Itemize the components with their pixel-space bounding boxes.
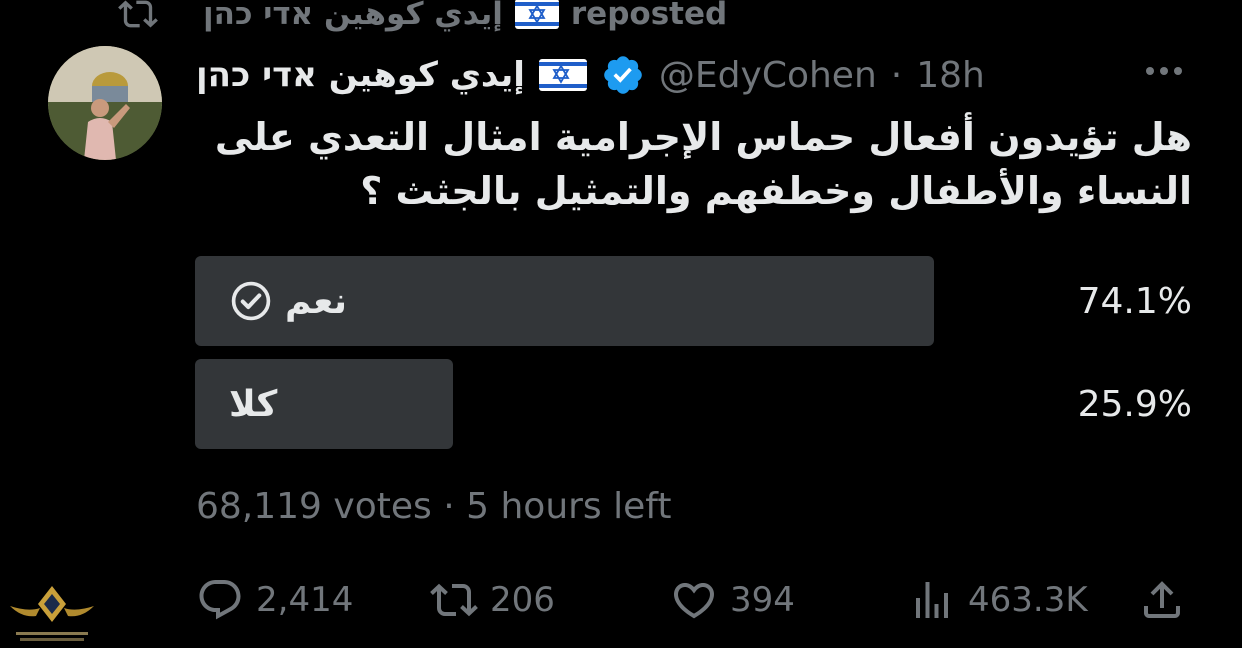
israel-flag-icon <box>514 0 559 29</box>
share-icon <box>1144 581 1180 618</box>
poll-option-yes[interactable]: نعم 74.1% <box>195 256 1192 346</box>
tweet-text: هل تؤيدون أفعال حماس الإجرامية امثال الت… <box>196 110 1192 218</box>
poll-time-left: 5 hours left <box>466 486 672 527</box>
reply-count: 2,414 <box>256 580 354 620</box>
repost-header[interactable]: إيدي كوهين אדי כהן reposted <box>115 0 727 34</box>
more-icon[interactable] <box>1142 56 1186 86</box>
poll-option-label: نعم <box>229 256 347 346</box>
share-button[interactable] <box>1138 575 1186 625</box>
israel-flag-icon <box>538 59 587 91</box>
poll-percentage: 25.9% <box>1077 383 1192 425</box>
author-handle[interactable]: @EdyCohen <box>659 55 877 96</box>
heart-icon <box>673 583 715 619</box>
poll-option-no[interactable]: كلا 25.9% <box>195 359 1192 449</box>
poll-meta: 68,119 votes · 5 hours left <box>196 486 671 527</box>
reply-icon <box>199 580 241 620</box>
poll-option-text: نعم <box>285 280 348 322</box>
avatar-photo <box>48 46 162 160</box>
check-circle-icon <box>231 281 271 321</box>
time-separator: · <box>890 54 903 96</box>
tweet-text-line: هل تؤيدون أفعال حماس الإجرامية امثال الت… <box>214 115 1192 159</box>
like-button[interactable]: 394 <box>670 575 795 625</box>
avatar[interactable] <box>48 46 162 160</box>
poll-option-text: كلا <box>229 383 278 425</box>
views-button[interactable]: 463.3K <box>908 575 1088 625</box>
poll-meta-separator: · <box>443 486 455 527</box>
repost-icon <box>118 0 158 28</box>
poll-votes: 68,119 votes <box>196 486 432 527</box>
repost-button[interactable]: 206 <box>430 575 555 625</box>
post-timestamp[interactable]: 18h <box>916 55 985 96</box>
action-bar: 2,414 206 394 463.3K <box>196 575 1192 625</box>
author-row: إيدي كوهين אדי כהן @EdyCohen · 18h <box>196 50 1196 100</box>
poll: نعم 74.1% كلا 25.9% <box>195 256 1192 462</box>
repost-icon <box>430 583 478 617</box>
poll-option-label: كلا <box>229 359 277 449</box>
reply-button[interactable]: 2,414 <box>196 575 353 625</box>
tweet-text-line: النساء والأطفال وخطفهم والتمثيل بالجثث ؟ <box>360 169 1192 213</box>
like-count: 394 <box>730 580 795 620</box>
poll-percentage: 74.1% <box>1077 280 1192 322</box>
tweet-view: إيدي كوهين אדי כהן reposted إيدي كوهين א… <box>0 0 1242 648</box>
author-display-name[interactable]: إيدي كوهين אדי כהן <box>196 55 525 95</box>
view-count: 463.3K <box>968 580 1088 620</box>
verified-badge-icon <box>604 56 642 94</box>
watermark-logo <box>10 586 94 641</box>
reposter-name[interactable]: إيدي كوهين אדי כהן <box>203 0 503 32</box>
repost-count: 206 <box>490 580 555 620</box>
repost-label: reposted <box>570 0 728 32</box>
views-chart-icon <box>916 582 948 618</box>
